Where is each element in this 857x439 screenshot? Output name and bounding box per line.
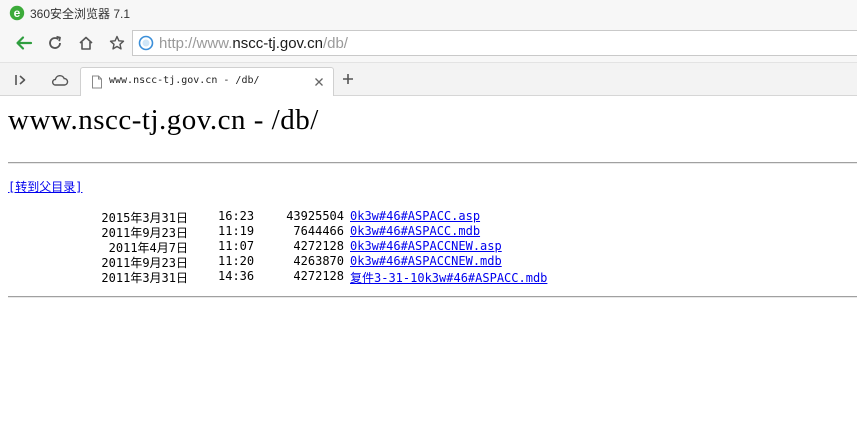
file-time: 11:19 xyxy=(218,224,255,238)
cloud-button[interactable] xyxy=(47,68,73,92)
tab-active[interactable]: www.nscc-tj.gov.cn - /db/ xyxy=(80,67,334,96)
file-link[interactable]: 0k3w#46#ASPACCNEW.mdb xyxy=(350,254,502,268)
file-size: 4263870 xyxy=(293,254,344,268)
star-icon xyxy=(109,35,125,50)
address-bar[interactable]: http://www.nscc-tj.gov.cn/db/ xyxy=(132,30,857,56)
divider-bottom xyxy=(8,296,857,298)
file-size: 4272128 xyxy=(293,269,344,283)
window-title: 360安全浏览器 7.1 xyxy=(30,7,131,21)
file-link[interactable]: 0k3w#46#ASPACC.asp xyxy=(350,209,480,223)
page-content: www.nscc-tj.gov.cn - /db/ [转到父目录] 2015年3… xyxy=(0,96,857,439)
tab-bar: www.nscc-tj.gov.cn - /db/ xyxy=(0,63,857,96)
file-link[interactable]: 0k3w#46#ASPACC.mdb xyxy=(350,224,480,238)
home-button[interactable] xyxy=(73,30,99,56)
sidebar-toggle-button[interactable] xyxy=(8,68,34,92)
parent-directory-link[interactable]: [转到父目录] xyxy=(8,178,82,195)
divider-top xyxy=(8,162,857,164)
url-scheme: http://www. xyxy=(159,35,233,52)
list-item: 2015年3月31日 16:23 43925504 0k3w#46#ASPACC… xyxy=(0,209,600,225)
plus-icon xyxy=(343,74,353,84)
file-time: 11:20 xyxy=(218,254,255,268)
url-path: /db/ xyxy=(322,35,348,52)
page-icon xyxy=(92,75,102,89)
file-listing: 2015年3月31日 16:23 43925504 0k3w#46#ASPACC… xyxy=(0,209,600,286)
file-link[interactable]: 0k3w#46#ASPACCNEW.asp xyxy=(350,239,502,253)
file-time: 14:36 xyxy=(218,269,255,283)
file-size: 4272128 xyxy=(293,239,344,253)
new-tab-button[interactable] xyxy=(336,67,360,91)
url-text[interactable]: http://www.nscc-tj.gov.cn/db/ xyxy=(159,35,348,52)
svg-text:e: e xyxy=(14,6,21,20)
home-icon xyxy=(79,36,93,50)
back-button[interactable] xyxy=(11,30,37,56)
refresh-icon xyxy=(49,35,61,49)
page-title: www.nscc-tj.gov.cn - /db/ xyxy=(8,104,319,136)
cloud-icon xyxy=(52,74,69,86)
file-time: 11:07 xyxy=(218,239,255,253)
url-host: nscc-tj.gov.cn xyxy=(232,35,323,52)
favorite-button[interactable] xyxy=(104,30,130,56)
file-size: 7644466 xyxy=(293,224,344,238)
file-date: 2011年3月31日 xyxy=(101,271,188,285)
360-browser-logo-icon: e xyxy=(9,5,25,21)
list-item: 2011年3月31日 14:36 4272128 复件3-31-10k3w#46… xyxy=(0,269,600,286)
file-size: 43925504 xyxy=(286,209,344,223)
file-time: 16:23 xyxy=(218,209,255,223)
tab-title: www.nscc-tj.gov.cn - /db/ xyxy=(109,75,260,86)
file-link[interactable]: 复件3-31-10k3w#46#ASPACC.mdb xyxy=(350,269,547,286)
navigation-bar: http://www.nscc-tj.gov.cn/db/ xyxy=(0,26,857,63)
back-arrow-icon xyxy=(16,36,33,50)
list-item: 2011年9月23日 11:19 7644466 0k3w#46#ASPACC.… xyxy=(0,224,600,240)
close-icon[interactable] xyxy=(313,76,325,88)
globe-icon xyxy=(138,35,154,51)
list-item: 2011年9月23日 11:20 4263870 0k3w#46#ASPACCN… xyxy=(0,254,600,270)
title-bar: e 360安全浏览器 7.1 xyxy=(0,0,857,26)
list-item: 2011年4月7日 11:07 4272128 0k3w#46#ASPACCNE… xyxy=(0,239,600,255)
refresh-button[interactable] xyxy=(42,30,68,56)
sidebar-toggle-icon xyxy=(15,75,26,85)
